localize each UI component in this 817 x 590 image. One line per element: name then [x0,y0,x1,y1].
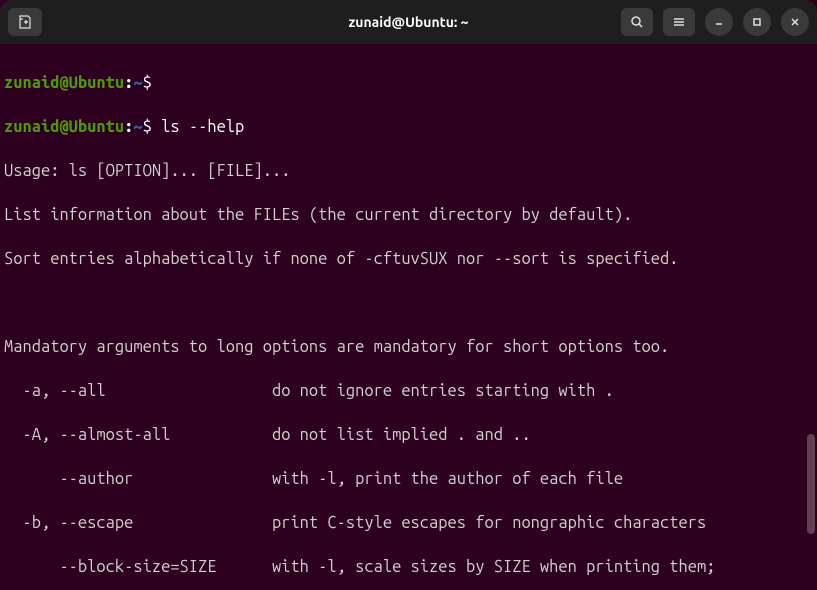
output-line: -A, --almost-all do not list implied . a… [4,424,813,446]
prompt-symbol: $ [143,74,152,92]
menu-button[interactable] [663,8,695,36]
output-line: --author with -l, print the author of ea… [4,468,813,490]
command-text: ls --help [161,118,244,136]
close-button[interactable] [781,8,809,36]
output-line: -a, --all do not ignore entries starting… [4,380,813,402]
window-title: zunaid@Ubuntu: ~ [348,14,468,30]
prompt-line: zunaid@Ubuntu:~$ [4,72,813,94]
prompt-line: zunaid@Ubuntu:~$ ls --help [4,116,813,138]
search-button[interactable] [621,8,653,36]
titlebar-right [621,8,809,36]
minimize-button[interactable] [705,8,733,36]
prompt-path: ~ [133,118,142,136]
prompt-path: ~ [133,74,142,92]
titlebar-left [8,8,42,36]
prompt-colon: : [124,118,133,136]
output-line: Sort entries alphabetically if none of -… [4,248,813,270]
output-line: Usage: ls [OPTION]... [FILE]... [4,160,813,182]
output-line: Mandatory arguments to long options are … [4,336,813,358]
output-line: List information about the FILEs (the cu… [4,204,813,226]
terminal-content[interactable]: zunaid@Ubuntu:~$ zunaid@Ubuntu:~$ ls --h… [0,44,817,590]
prompt-colon: : [124,74,133,92]
output-line [4,292,813,314]
output-line: --block-size=SIZE with -l, scale sizes b… [4,556,813,578]
prompt-user-host: zunaid@Ubuntu [4,74,124,92]
prompt-user-host: zunaid@Ubuntu [4,118,124,136]
maximize-button[interactable] [743,8,771,36]
prompt-symbol: $ [143,118,152,136]
scrollbar[interactable] [807,434,815,534]
titlebar: zunaid@Ubuntu: ~ [0,0,817,44]
output-line: -b, --escape print C-style escapes for n… [4,512,813,534]
new-tab-button[interactable] [8,8,42,36]
